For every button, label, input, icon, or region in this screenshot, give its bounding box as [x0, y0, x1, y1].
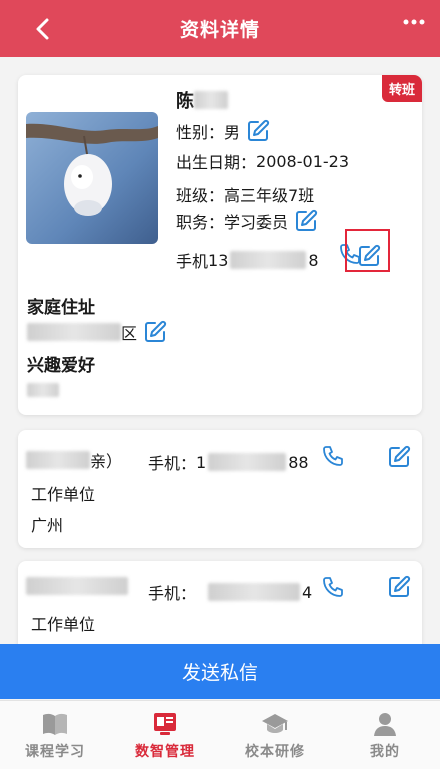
student-name: 陈	[176, 87, 228, 113]
masked-contact-2-phone	[208, 583, 301, 601]
duty-value: 学习委员	[224, 213, 289, 232]
user-icon	[374, 713, 396, 736]
contact-2-work-label: 工作单位	[31, 615, 96, 634]
contact-2-name	[26, 577, 128, 595]
duty-label: 职务：	[176, 213, 225, 232]
book-icon	[43, 713, 67, 735]
masked-contact-2-name	[26, 577, 128, 595]
contact-2-phone-suffix: 4	[302, 582, 313, 602]
edit-contact-2-icon[interactable]	[387, 575, 411, 599]
address-visible: 区	[121, 324, 138, 343]
masked-phone	[230, 251, 307, 269]
masked-contact-1-phone	[208, 453, 287, 471]
student-profile-card: 转班 陈 性别： 男 出生日期： 2008-01-23 班级： 高三年级7班 职…	[18, 75, 422, 415]
masked-hobby	[27, 383, 59, 397]
tab-mine[interactable]: 我的	[330, 701, 440, 769]
graduation-cap-icon	[262, 714, 288, 733]
tab-smart-management[interactable]: 数智管理	[110, 701, 220, 769]
contact-1-phone-label: 手机：	[148, 454, 197, 473]
masked-name	[194, 91, 228, 109]
address-title: 家庭住址	[27, 298, 95, 318]
phone-label: 手机	[176, 252, 209, 271]
contact-1-work-label: 工作单位	[31, 485, 96, 504]
contact-1-work-value: 广州	[31, 516, 64, 535]
masked-address	[27, 323, 121, 341]
tab-school-training-label: 校本研修	[245, 744, 305, 760]
call-contact-2-icon[interactable]	[321, 575, 345, 599]
phone-prefix: 13	[208, 250, 229, 270]
contact-1-relation: 亲）	[26, 448, 122, 472]
gender-value: 男	[224, 123, 241, 142]
phone-row: 手机 13 8	[176, 248, 319, 272]
contact-2-phone-label: 手机：	[148, 584, 197, 603]
contact-1-phone-suffix: 88	[288, 452, 309, 472]
class-value: 高三年级7班	[224, 186, 315, 205]
header-bar: 资料详情	[0, 0, 440, 57]
edit-address-icon[interactable]	[143, 320, 167, 344]
class-label: 班级：	[176, 186, 225, 205]
more-options-icon[interactable]	[402, 15, 426, 29]
edit-contact-1-icon[interactable]	[387, 445, 411, 469]
contact-1-relation-text: 亲）	[90, 452, 123, 471]
address-row: 区	[27, 320, 167, 344]
tab-smart-management-label: 数智管理	[135, 744, 195, 760]
birthdate-row: 出生日期： 2008-01-23	[176, 149, 349, 173]
edit-gender-icon[interactable]	[246, 119, 270, 143]
birthdate-value: 2008-01-23	[256, 151, 349, 171]
page-title: 资料详情	[179, 19, 260, 41]
phone-suffix: 8	[308, 250, 319, 270]
student-photo	[26, 112, 158, 244]
tab-mine-label: 我的	[370, 744, 400, 760]
class-row: 班级： 高三年级7班	[176, 182, 314, 206]
send-message-button[interactable]: 发送私信	[0, 644, 440, 699]
tab-course-study-label: 课程学习	[25, 744, 85, 760]
hobby-title: 兴趣爱好	[27, 356, 95, 376]
masked-contact-1-name	[26, 451, 90, 469]
contact-1-phone: 手机： 1 88	[148, 450, 309, 474]
contact-1-phone-prefix: 1	[196, 452, 207, 472]
call-contact-1-icon[interactable]	[321, 444, 345, 468]
management-icon	[154, 713, 176, 735]
back-arrow-icon[interactable]	[30, 16, 56, 42]
contact-2-phone: 手机： 4	[148, 580, 312, 604]
gender-label: 性别：	[176, 123, 225, 142]
bottom-tab-bar: 课程学习 数智管理 校本研修 我的	[0, 700, 440, 769]
parent-contact-card-1: 亲） 手机： 1 88 工作单位 广州	[18, 430, 422, 548]
highlight-box	[345, 229, 390, 272]
student-name-text: 陈	[176, 91, 194, 112]
tab-school-training[interactable]: 校本研修	[220, 701, 330, 769]
tab-course-study[interactable]: 课程学习	[0, 701, 110, 769]
gender-row: 性别： 男	[176, 119, 270, 143]
birthdate-label: 出生日期：	[176, 153, 257, 172]
edit-duty-icon[interactable]	[294, 209, 318, 233]
transfer-class-badge[interactable]: 转班	[381, 75, 422, 102]
duty-row: 职务： 学习委员	[176, 209, 318, 233]
